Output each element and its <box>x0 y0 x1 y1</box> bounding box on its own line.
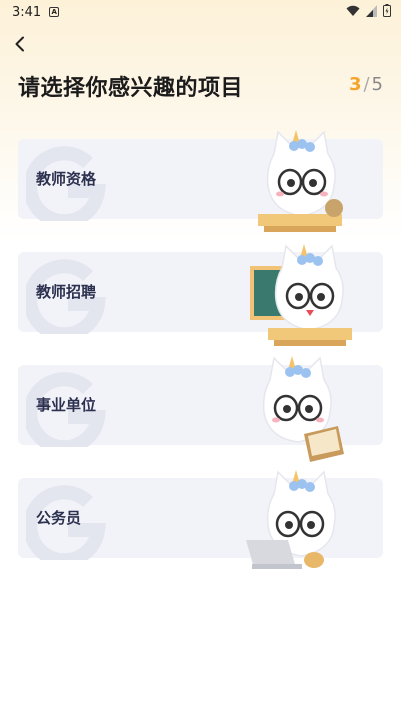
option-label: 教师招聘 <box>36 283 97 301</box>
chevron-left-icon <box>15 36 24 52</box>
mascot-scroll-illustration <box>262 356 344 462</box>
option-label: 事业单位 <box>36 396 97 414</box>
signal-icon <box>366 4 377 17</box>
mascot-desk-illustration <box>258 130 343 232</box>
step-total: 5 <box>371 74 383 95</box>
battery-icon <box>383 4 391 17</box>
status-bar: 3:41 A <box>0 0 401 24</box>
back-button[interactable] <box>8 32 32 56</box>
mascot-laptop-illustration <box>246 470 336 569</box>
option-label: 教师资格 <box>36 170 97 188</box>
notification-a-icon: A <box>49 7 60 17</box>
step-indicator: 3/5 <box>349 74 383 95</box>
step-current: 3 <box>348 74 362 95</box>
option-label: 公务员 <box>36 509 82 527</box>
mascot-blackboard-illustration <box>250 244 352 346</box>
step-separator: / <box>363 74 370 95</box>
wifi-icon <box>346 5 360 16</box>
status-time: 3:41 <box>12 4 42 20</box>
page-title: 请选择你感兴趣的项目 <box>18 76 244 101</box>
status-icons <box>346 4 391 17</box>
